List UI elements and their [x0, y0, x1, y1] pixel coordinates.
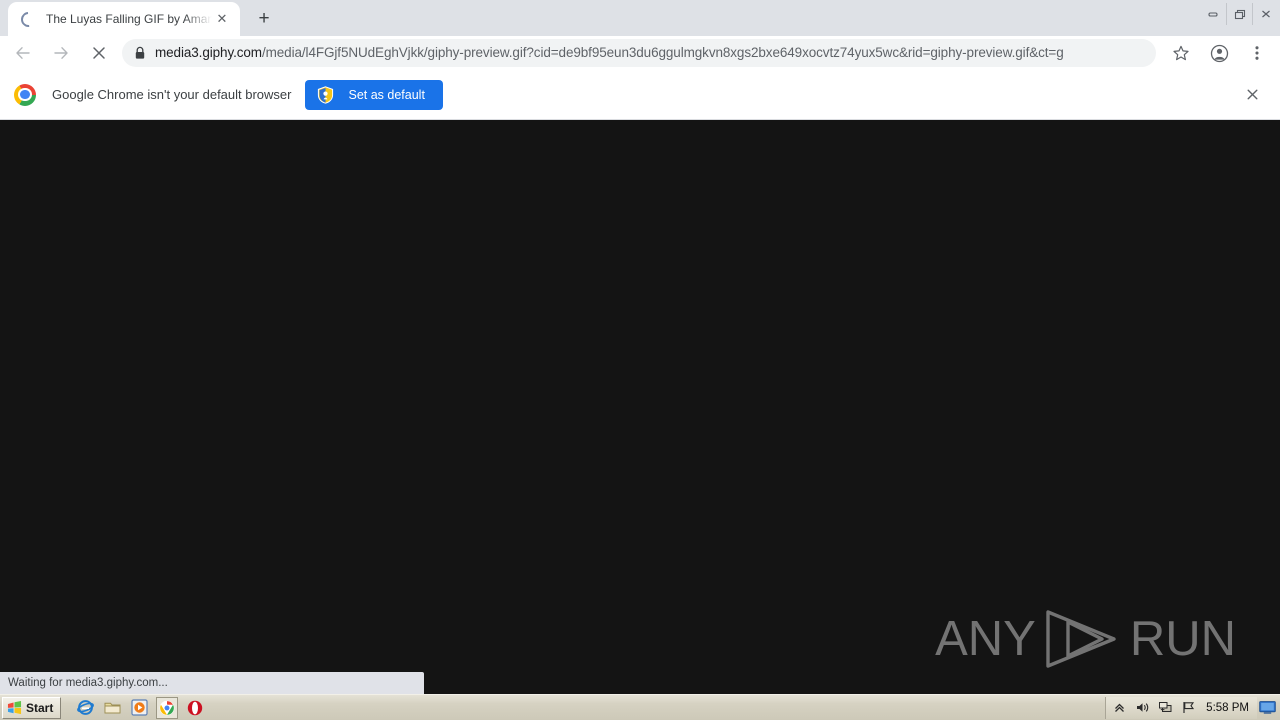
show-desktop-icon[interactable]	[1259, 701, 1276, 714]
lock-icon	[134, 46, 146, 60]
quick-launch-bar	[75, 696, 205, 719]
default-browser-infobar: Google Chrome isn't your default browser…	[0, 70, 1280, 120]
browser-toolbar: media3.giphy.com/media/l4FGjf5NUdEghVjkk…	[0, 36, 1280, 70]
opera-icon[interactable]	[185, 698, 205, 718]
set-as-default-label: Set as default	[348, 87, 425, 102]
watermark-left-text: ANY	[935, 611, 1036, 666]
star-icon[interactable]	[1167, 39, 1195, 67]
close-icon[interactable]	[1252, 3, 1278, 25]
clock-time[interactable]: 5:58 PM	[1206, 702, 1249, 714]
chrome-browser-window: The Luyas Falling GIF by Amanda Bo ✕ +	[0, 0, 1280, 694]
infobar-close-icon[interactable]	[1240, 83, 1264, 107]
set-as-default-button[interactable]: Set as default	[305, 79, 443, 110]
show-hidden-icons-chevron-icon[interactable]	[1112, 700, 1127, 715]
start-button[interactable]: Start	[2, 696, 62, 719]
stop-x-icon[interactable]	[85, 39, 113, 67]
arrow-left-icon[interactable]	[9, 39, 37, 67]
windows-taskbar: Start 5:58 PM	[0, 694, 1280, 720]
flag-action-center-icon[interactable]	[1181, 700, 1196, 715]
file-explorer-icon[interactable]	[102, 698, 122, 718]
system-tray: 5:58 PM	[1105, 696, 1257, 719]
tab-title: The Luyas Falling GIF by Amanda Bo	[46, 12, 212, 26]
google-chrome-icon[interactable]	[156, 696, 179, 719]
arrow-right-icon[interactable]	[47, 39, 75, 67]
chrome-logo-icon	[14, 83, 36, 106]
browser-tab[interactable]: The Luyas Falling GIF by Amanda Bo ✕	[8, 2, 240, 36]
start-label: Start	[26, 700, 54, 715]
account-avatar-icon[interactable]	[1205, 39, 1233, 67]
url-path: /media/l4FGjf5NUdEghVjkk/giphy-preview.g…	[261, 45, 1064, 60]
anyrun-play-triangle-icon	[1046, 610, 1116, 668]
tab-close-icon[interactable]: ✕	[212, 9, 232, 29]
url-host: media3.giphy.com	[155, 45, 262, 60]
screen: The Luyas Falling GIF by Amanda Bo ✕ +	[0, 0, 1280, 720]
minimize-icon[interactable]	[1200, 3, 1226, 25]
loading-spinner-icon	[17, 8, 40, 31]
address-bar[interactable]: media3.giphy.com/media/l4FGjf5NUdEghVjkk…	[122, 39, 1156, 67]
volume-speaker-icon[interactable]	[1135, 700, 1150, 715]
anyrun-watermark: ANY RUN	[935, 608, 1236, 670]
shield-icon	[318, 85, 334, 104]
network-connection-icon[interactable]	[1158, 700, 1173, 715]
tab-strip: The Luyas Falling GIF by Amanda Bo ✕ +	[0, 0, 1280, 36]
url-text: media3.giphy.com/media/l4FGjf5NUdEghVjkk…	[155, 39, 1064, 67]
infobar-message: Google Chrome isn't your default browser	[52, 87, 292, 102]
page-content: ANY RUN Waiting for media3.giphy.com...	[0, 120, 1280, 694]
restore-icon[interactable]	[1226, 3, 1252, 25]
window-controls	[1200, 0, 1278, 28]
windows-flag-icon	[7, 700, 22, 714]
internet-explorer-icon[interactable]	[75, 698, 95, 718]
status-bubble: Waiting for media3.giphy.com...	[0, 672, 424, 694]
watermark-right-text: RUN	[1129, 611, 1236, 666]
media-player-icon[interactable]	[129, 698, 149, 718]
three-dot-menu-icon[interactable]	[1243, 39, 1271, 67]
new-tab-button[interactable]: +	[250, 5, 278, 33]
status-text: Waiting for media3.giphy.com...	[8, 677, 168, 689]
